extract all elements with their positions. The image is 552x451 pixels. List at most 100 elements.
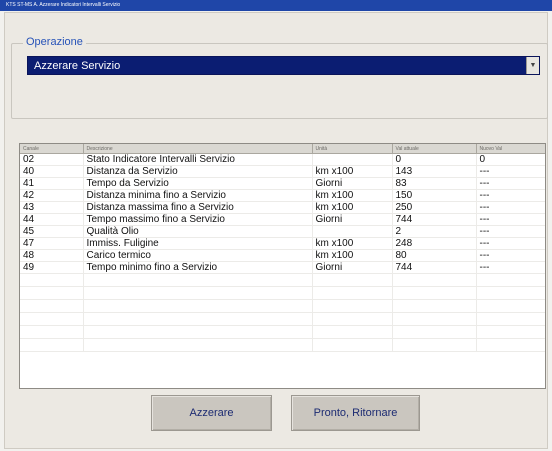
empty-row — [20, 286, 545, 300]
empty-cell — [83, 299, 313, 313]
table-row[interactable]: 02 Stato Indicatore Intervalli Servizio 0 0 — [20, 153, 545, 166]
reset-button[interactable]: Azzerare — [151, 395, 272, 431]
channels-table: Canale Descrizione Unità Val attuale Nuo… — [19, 143, 546, 389]
table-row[interactable]: 44 Tempo massimo fino a Servizio Giorni 744… — [20, 213, 545, 226]
cell-unita — [312, 153, 393, 166]
cell-unita: Giorni — [312, 213, 393, 226]
cell-descrizione: Immiss. Fuligine — [83, 237, 313, 250]
cell-val-attuale: 744 — [392, 261, 477, 274]
empty-cell — [83, 312, 313, 326]
cell-val-attuale: 83 — [392, 177, 477, 190]
cell-descrizione: Stato Indicatore Intervalli Servizio — [83, 153, 313, 166]
cell-nuovo-val: --- — [476, 213, 545, 226]
empty-cell — [312, 338, 393, 352]
cell-descrizione: Distanza minima fino a Servizio — [83, 189, 313, 202]
empty-cell — [20, 338, 84, 352]
cell-val-attuale: 80 — [392, 249, 477, 262]
cell-unita: km x100 — [312, 249, 393, 262]
empty-cell — [476, 325, 545, 339]
cell-val-attuale: 143 — [392, 165, 477, 178]
dropdown-arrow-icon[interactable]: ▼ — [526, 57, 539, 74]
table-row[interactable]: 40 Distanza da Servizio km x100 143 --- — [20, 165, 545, 178]
empty-cell — [476, 286, 545, 300]
empty-cell — [392, 338, 477, 352]
cell-descrizione: Carico termico — [83, 249, 313, 262]
empty-cell — [83, 273, 313, 287]
cell-unita: Giorni — [312, 261, 393, 274]
cell-val-attuale: 744 — [392, 213, 477, 226]
empty-cell — [312, 273, 393, 287]
cell-canale: 40 — [20, 165, 84, 178]
table-row[interactable]: 45 Qualità Olio 2 --- — [20, 225, 545, 238]
cell-nuovo-val: --- — [476, 249, 545, 262]
empty-cell — [312, 299, 393, 313]
cell-descrizione: Qualità Olio — [83, 225, 313, 238]
empty-row — [20, 338, 545, 352]
header-canale[interactable]: Canale — [20, 144, 84, 154]
empty-cell — [20, 299, 84, 313]
empty-cell — [476, 312, 545, 326]
empty-cell — [20, 273, 84, 287]
header-nuovo-val[interactable]: Nuovo Val — [476, 144, 545, 154]
cell-descrizione: Tempo massimo fino a Servizio — [83, 213, 313, 226]
cell-canale: 44 — [20, 213, 84, 226]
cell-val-attuale: 250 — [392, 201, 477, 214]
cell-descrizione: Distanza da Servizio — [83, 165, 313, 178]
operation-label: Operazione — [23, 36, 86, 48]
cell-unita: Giorni — [312, 177, 393, 190]
header-val-attuale[interactable]: Val attuale — [392, 144, 477, 154]
empty-cell — [476, 338, 545, 352]
empty-cell — [392, 312, 477, 326]
cell-canale: 41 — [20, 177, 84, 190]
cell-val-attuale: 2 — [392, 225, 477, 238]
table-row[interactable]: 49 Tempo minimo fino a Servizio Giorni 744-… — [20, 261, 545, 274]
cell-canale: 48 — [20, 249, 84, 262]
table-row[interactable]: 43 Distanza massima fino a Servizio km x10… — [20, 201, 545, 214]
cell-nuovo-val: --- — [476, 189, 545, 202]
cell-unita: km x100 — [312, 165, 393, 178]
empty-cell — [83, 286, 313, 300]
operation-select[interactable]: Azzerare Servizio ▼ — [27, 56, 540, 75]
ready-return-button[interactable]: Pronto, Ritornare — [291, 395, 420, 431]
table-row[interactable]: 47 Immiss. Fuligine km x100 248 --- — [20, 237, 545, 250]
cell-canale: 49 — [20, 261, 84, 274]
cell-nuovo-val: 0 — [476, 153, 545, 166]
cell-canale: 45 — [20, 225, 84, 238]
cell-val-attuale: 150 — [392, 189, 477, 202]
empty-cell — [392, 286, 477, 300]
empty-cell — [392, 325, 477, 339]
operation-selected-value: Azzerare Servizio — [34, 60, 121, 72]
table-header-row: Canale Descrizione Unità Val attuale Nuo… — [20, 144, 545, 154]
empty-cell — [20, 286, 84, 300]
empty-cell — [476, 273, 545, 287]
cell-unita: km x100 — [312, 237, 393, 250]
empty-cell — [476, 299, 545, 313]
cell-val-attuale: 0 — [392, 153, 477, 166]
window-title-bar: KTS ST-MS A. Azzerare Indicatori Interva… — [0, 0, 552, 11]
cell-nuovo-val: --- — [476, 225, 545, 238]
table-row[interactable]: 41 Tempo da Servizio Giorni 83 --- — [20, 177, 545, 190]
cell-nuovo-val: --- — [476, 237, 545, 250]
cell-unita: km x100 — [312, 189, 393, 202]
cell-descrizione: Distanza massima fino a Servizio — [83, 201, 313, 214]
cell-descrizione: Tempo minimo fino a Servizio — [83, 261, 313, 274]
empty-cell — [20, 312, 84, 326]
cell-canale: 43 — [20, 201, 84, 214]
table-row[interactable]: 42 Distanza minima fino a Servizio km x100… — [20, 189, 545, 202]
cell-canale: 02 — [20, 153, 84, 166]
empty-cell — [312, 286, 393, 300]
empty-cell — [392, 299, 477, 313]
table-row[interactable]: 48 Carico termico km x100 80 --- — [20, 249, 545, 262]
empty-cell — [83, 325, 313, 339]
header-descrizione[interactable]: Descrizione — [83, 144, 313, 154]
empty-cell — [20, 325, 84, 339]
cell-descrizione: Tempo da Servizio — [83, 177, 313, 190]
cell-nuovo-val: --- — [476, 165, 545, 178]
header-unita[interactable]: Unità — [312, 144, 393, 154]
cell-nuovo-val: --- — [476, 201, 545, 214]
empty-cell — [312, 312, 393, 326]
cell-unita — [312, 225, 393, 238]
operation-group — [11, 43, 548, 119]
cell-unita: km x100 — [312, 201, 393, 214]
empty-row — [20, 312, 545, 326]
